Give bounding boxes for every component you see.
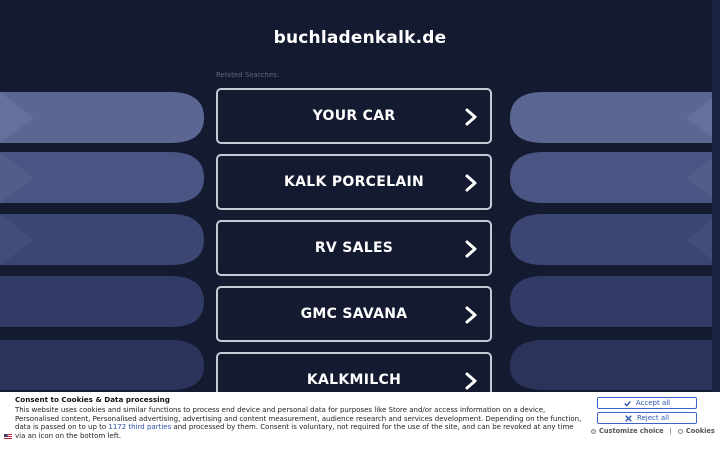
customize-choice-link[interactable]: Customize choice [599,427,664,435]
cookies-link[interactable]: Cookies [686,427,715,435]
accept-all-label: Accept all [635,399,671,407]
chevron-right-icon [465,306,477,324]
related-link-rv-sales[interactable]: RV SALES [216,220,492,276]
related-link-label: YOUR CAR [312,108,396,124]
chevron-right-icon [465,108,477,126]
chevron-right-icon [465,372,477,390]
consent-text: This website uses cookies and similar fu… [15,406,583,440]
language-flag-icon[interactable] [4,434,12,440]
cookies-icon [677,428,683,434]
related-link-label: RV SALES [314,240,394,256]
reject-all-label: Reject all [636,414,670,422]
customize-icon [591,428,596,434]
third-parties-link[interactable]: 1172 third parties [108,423,171,431]
chevron-right-icon [465,240,477,258]
related-link-label: KALKMILCH [306,372,402,388]
related-searches-label: Related Searches: [216,71,280,79]
site-title: buchladenkalk.de [273,28,447,48]
options-separator: | [669,427,672,435]
related-link-label: GMC SAVANA [300,306,408,322]
reject-all-button[interactable]: Reject all [597,412,697,424]
related-link-your-car[interactable]: YOUR CAR [216,88,492,144]
check-icon [624,400,631,407]
consent-title: Consent to Cookies & Data processing [15,395,170,404]
consent-options: Customize choice | Cookies [591,427,715,435]
related-link-kalk-porcelain[interactable]: KALK PORCELAIN [216,154,492,210]
related-link-gmc-savana[interactable]: GMC SAVANA [216,286,492,342]
chevron-right-icon [465,174,477,192]
close-icon [625,414,632,422]
related-link-label: KALK PORCELAIN [284,174,424,190]
accept-all-button[interactable]: Accept all [597,397,697,409]
